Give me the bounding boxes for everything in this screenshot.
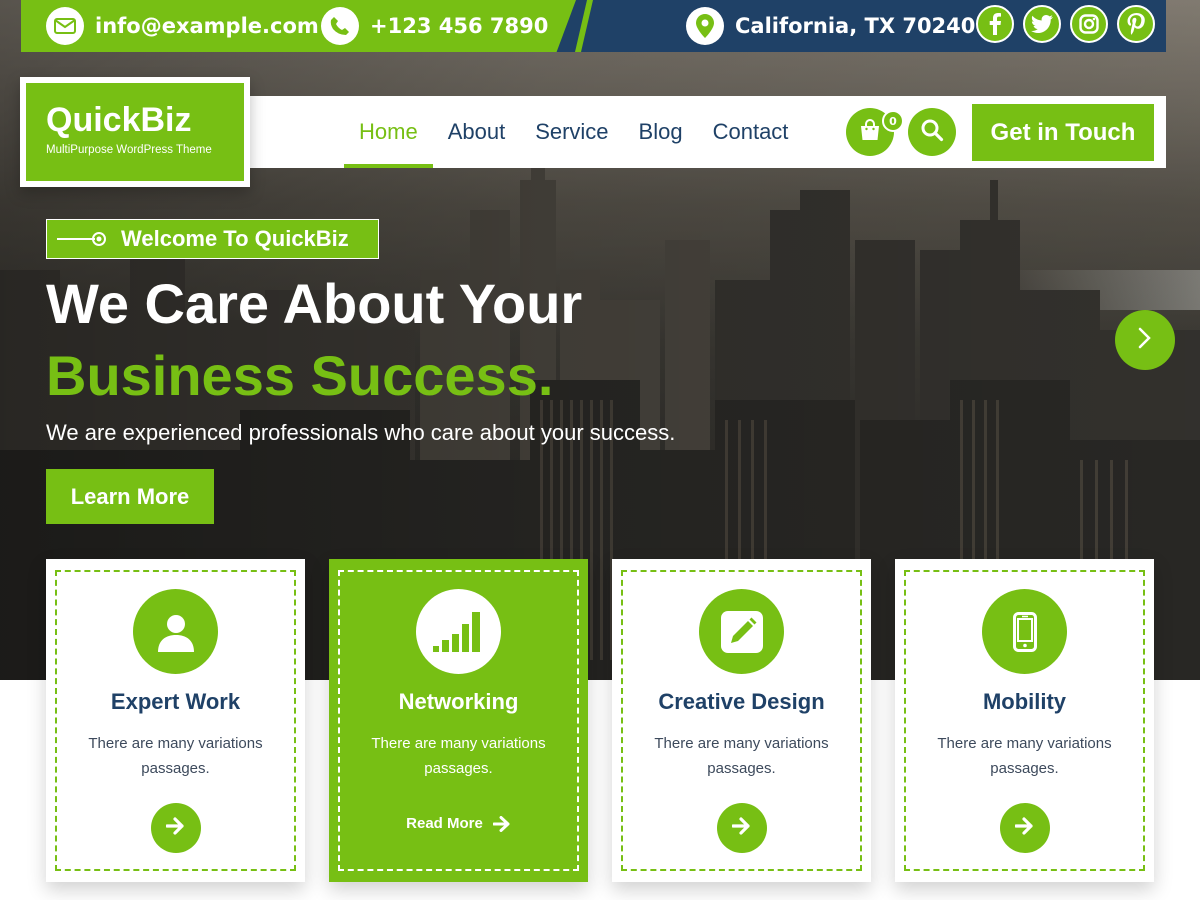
- arrow-right-icon: [731, 817, 752, 839]
- phone-link[interactable]: +123 456 7890: [321, 6, 548, 46]
- arrow-right-icon: [492, 815, 510, 832]
- logo-subtitle: MultiPurpose WordPress Theme: [46, 144, 212, 156]
- hero-headline-line1: We Care About Your: [46, 272, 583, 335]
- card-title: Creative Design: [658, 689, 825, 714]
- learn-more-button[interactable]: Learn More: [46, 469, 214, 524]
- service-cards: Expert Work There are many variations pa…: [46, 559, 1154, 882]
- main-navbar: Home About Service Blog Contact 0 Get in…: [246, 96, 1166, 168]
- nav-item-home[interactable]: Home: [344, 96, 433, 168]
- card-arrow-button[interactable]: [151, 803, 201, 853]
- social-links: [976, 5, 1155, 43]
- email-link[interactable]: info@example.com: [46, 6, 319, 46]
- read-more-link[interactable]: Read More: [329, 815, 588, 832]
- slider-next-button[interactable]: [1115, 310, 1175, 370]
- mobile-icon: [982, 589, 1067, 674]
- read-more-label: Read More: [406, 815, 483, 832]
- edit-icon: [699, 589, 784, 674]
- service-card-creative-design: Creative Design There are many variation…: [612, 559, 871, 882]
- phone-text: +123 456 7890: [370, 14, 549, 38]
- card-arrow-button[interactable]: [1000, 803, 1050, 853]
- line-dot-icon: [57, 232, 106, 246]
- card-title: Mobility: [982, 689, 1067, 714]
- instagram-icon[interactable]: [1070, 5, 1108, 43]
- welcome-badge: Welcome To QuickBiz: [46, 219, 379, 259]
- get-in-touch-button[interactable]: Get in Touch: [972, 104, 1154, 161]
- arrow-right-icon: [165, 817, 186, 839]
- top-bar: info@example.com +123 456 7890 Californi…: [21, 0, 1166, 52]
- location-text: California, TX 70240: [735, 14, 976, 38]
- card-text: There are many variations passages.: [937, 735, 1112, 777]
- card-text: There are many variations passages.: [371, 735, 546, 777]
- facebook-icon[interactable]: [976, 5, 1014, 43]
- map-pin-icon: [686, 7, 724, 45]
- user-icon: [133, 589, 218, 674]
- service-card-expert-work: Expert Work There are many variations pa…: [46, 559, 305, 882]
- hero-description: We are experienced professionals who car…: [46, 420, 676, 445]
- service-card-networking: Networking There are many variations pas…: [329, 559, 588, 882]
- twitter-icon[interactable]: [1023, 5, 1061, 43]
- pinterest-icon[interactable]: [1117, 5, 1155, 43]
- search-icon: [920, 118, 944, 146]
- hero-headline-line2: Business Success.: [46, 344, 554, 407]
- card-title: Expert Work: [110, 689, 241, 714]
- search-button[interactable]: [908, 108, 956, 156]
- nav-item-service[interactable]: Service: [520, 96, 623, 168]
- location-info: California, TX 70240: [686, 6, 975, 46]
- email-text: info@example.com: [95, 14, 319, 38]
- service-card-mobility: Mobility There are many variations passa…: [895, 559, 1154, 882]
- card-title: Networking: [398, 689, 519, 714]
- logo-panel: QuickBiz MultiPurpose WordPress Theme: [26, 83, 244, 181]
- card-text: There are many variations passages.: [88, 735, 263, 777]
- nav-item-blog[interactable]: Blog: [624, 96, 698, 168]
- cart-count-badge: 0: [882, 110, 904, 132]
- arrow-right-icon: [1014, 817, 1035, 839]
- shopping-bag-icon: [858, 118, 882, 146]
- logo[interactable]: QuickBiz MultiPurpose WordPress Theme: [20, 77, 250, 187]
- logo-title: QuickBiz: [46, 101, 192, 139]
- envelope-icon: [46, 7, 84, 45]
- card-arrow-button[interactable]: [717, 803, 767, 853]
- phone-icon: [321, 7, 359, 45]
- nav-item-contact[interactable]: Contact: [698, 96, 804, 168]
- signal-bars-icon: [416, 589, 501, 674]
- nav-menu: Home About Service Blog Contact: [344, 96, 803, 168]
- welcome-text: Welcome To QuickBiz: [121, 226, 349, 251]
- nav-item-about[interactable]: About: [433, 96, 521, 168]
- chevron-right-icon: [1137, 327, 1153, 353]
- card-text: There are many variations passages.: [654, 735, 829, 777]
